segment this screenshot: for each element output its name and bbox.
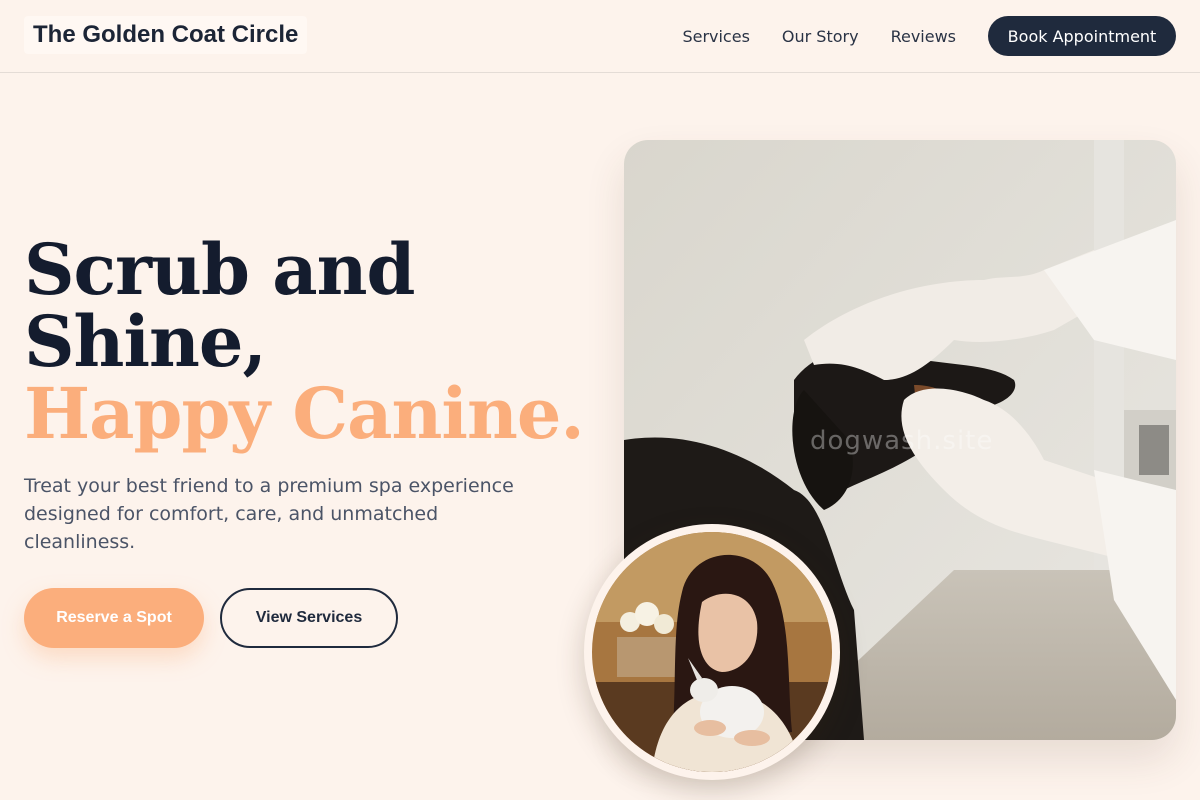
- photo-watermark: dogwash.site: [810, 426, 994, 456]
- woman-with-rabbit-photo: [584, 524, 840, 780]
- headline-accent: Happy Canine.: [24, 372, 585, 455]
- hero-headline: Scrub and Shine, Happy Canine.: [24, 228, 585, 455]
- nav-link-services[interactable]: Services: [682, 27, 749, 46]
- nav-link-our-story[interactable]: Our Story: [782, 27, 859, 46]
- woman-rabbit-illustration: [592, 532, 832, 772]
- main-nav: Services Our Story Reviews Book Appointm…: [682, 0, 1176, 72]
- headline-line-2: Shine,: [24, 300, 267, 383]
- headline-line-1: Scrub and: [24, 228, 415, 311]
- hero-subtext: Treat your best friend to a premium spa …: [24, 475, 514, 553]
- nav-link-reviews[interactable]: Reviews: [891, 27, 956, 46]
- reserve-spot-button[interactable]: Reserve a Spot: [24, 588, 204, 648]
- book-appointment-button[interactable]: Book Appointment: [988, 16, 1176, 56]
- view-services-button[interactable]: View Services: [220, 588, 398, 648]
- site-header: The Golden Coat Circle Services Our Stor…: [0, 0, 1200, 73]
- brand-logo[interactable]: The Golden Coat Circle: [24, 16, 308, 54]
